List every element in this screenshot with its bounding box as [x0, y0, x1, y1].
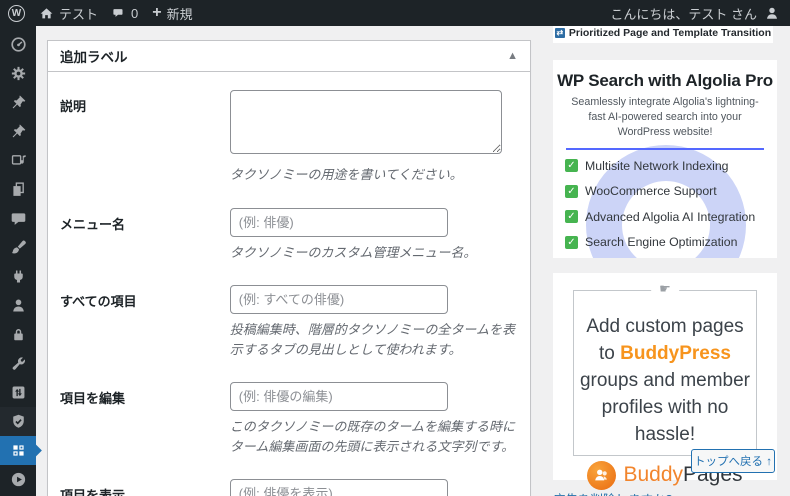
menu-comments[interactable] — [0, 204, 36, 233]
view-item-input[interactable] — [229, 479, 448, 496]
field-help: このタクソノミーの既存のタームを編集する時にターム編集画面の先頭に表示される文字… — [229, 419, 516, 454]
feature-item: ✓ Multisite Network Indexing — [565, 159, 777, 173]
home-icon — [40, 7, 53, 18]
menu-plugin-gear[interactable] — [0, 59, 36, 88]
comment-bubble-icon — [113, 9, 123, 17]
dashboard-icon — [10, 37, 26, 52]
pin-icon — [12, 124, 25, 138]
green-check-icon: ✓ — [565, 184, 578, 198]
admin-bar: W テスト 0 + 新規 こんにちは、テスト さん — [0, 0, 790, 26]
transition-icon: ⇄ — [554, 28, 565, 38]
panel-collapse-toggle[interactable]: ▲ — [507, 50, 518, 62]
comments-menu[interactable]: 0 — [112, 6, 138, 21]
menu-media[interactable] — [0, 146, 36, 175]
form-row-description: 説明 タクソノミーの用途を書いてください。 — [60, 90, 518, 185]
menu-users[interactable] — [0, 291, 36, 320]
form-row-edit-item: 項目を編集 このタクソノミーの既存のタームを編集する時にターム編集画面の先頭に表… — [60, 382, 518, 456]
pin-icon — [12, 95, 25, 109]
feature-item: ✓ Advanced Algolia AI Integration — [565, 210, 777, 224]
edit-item-input[interactable] — [229, 382, 448, 411]
wordpress-logo-icon[interactable]: W — [8, 4, 25, 22]
site-name-menu[interactable]: テスト — [39, 4, 98, 23]
form-row-menu-name: メニュー名 タクソノミーのカスタム管理メニュー名。 — [60, 207, 518, 263]
feature-item: ✓ WooCommerce Support — [565, 184, 777, 198]
all-items-input[interactable] — [229, 285, 448, 314]
new-content-menu[interactable]: + 新規 — [152, 4, 192, 23]
description-textarea[interactable] — [229, 90, 502, 154]
form-row-all-items: すべての項目 投稿編集時、階層的タクソノミーの全タームを表示するタブの見出しとし… — [60, 285, 518, 359]
feature-item: ✓ Search Engine Optimization — [565, 235, 777, 249]
ad-algolia-feature-list: ✓ Multisite Network Indexing ✓ WooCommerce… — [565, 159, 777, 249]
field-label: 説明 — [60, 99, 87, 114]
panel-title: 追加ラベル — [60, 50, 128, 65]
menu-import-export[interactable] — [0, 378, 36, 407]
users-icon — [12, 299, 24, 312]
buddypages-logo-icon — [587, 460, 617, 490]
pages-icon — [12, 182, 24, 196]
panel-body: 説明 タクソノミーの用途を書いてください。 メニュー名 タクソノミーのカスタム管… — [48, 72, 530, 496]
play-circle-icon — [11, 472, 25, 487]
howdy-text: こんにちは、テスト さん — [610, 6, 757, 22]
menu-name-input[interactable] — [229, 207, 448, 237]
wrench-icon — [12, 357, 25, 370]
green-check-icon: ✓ — [565, 159, 578, 173]
grid-layout-icon — [12, 445, 24, 456]
buddypress-brand-text: BuddyPress — [620, 342, 731, 364]
menu-posts[interactable] — [0, 88, 36, 117]
ad-algolia-banner[interactable]: WP Search with Algolia Pro Seamlessly in… — [553, 60, 777, 258]
ad-top-text: Prioritized Page and Template Transition — [568, 27, 772, 39]
divider — [566, 147, 764, 150]
menu-video[interactable] — [0, 465, 36, 494]
menu-pages[interactable] — [0, 175, 36, 204]
ad-algolia-subtitle: Seamlessly integrate Algolia's lightning… — [571, 96, 759, 138]
menu-plugins[interactable] — [0, 262, 36, 291]
field-help: 投稿編集時、階層的タクソノミーの全タームを表示するタブの見出しとして使われます。 — [229, 322, 516, 357]
green-check-icon: ✓ — [565, 210, 578, 224]
menu-custom-post-type[interactable] — [0, 117, 36, 146]
field-help: タクソノミーのカスタム管理メニュー名。 — [229, 244, 477, 260]
comments-icon — [11, 213, 25, 225]
comments-count: 0 — [131, 5, 139, 21]
shield-check-icon — [12, 414, 24, 428]
admin-menu — [0, 26, 36, 496]
additional-labels-panel: 追加ラベル ▲ 説明 タクソノミーの用途を書いてください。 メニュー名 タクソノ… — [47, 40, 531, 496]
sort-box-icon — [12, 386, 24, 399]
user-avatar-icon — [767, 7, 777, 19]
ad-algolia-title: WP Search with Algolia Pro — [557, 71, 773, 90]
paintbrush-icon — [11, 240, 26, 254]
lock-icon — [13, 329, 23, 341]
new-label: 新規 — [166, 6, 193, 22]
site-name-label: テスト — [59, 6, 99, 22]
field-label: すべての項目 — [60, 294, 137, 309]
back-to-top-button[interactable]: トップへ戻る ↑ — [691, 449, 775, 473]
field-help: タクソノミーの用途を書いてください。 — [229, 167, 463, 182]
plus-icon: + — [152, 4, 162, 21]
menu-security[interactable] — [0, 320, 36, 349]
field-label: 項目を表示 — [60, 488, 126, 496]
menu-cpt-ui-current[interactable] — [0, 436, 36, 465]
panel-header: 追加ラベル ▲ — [48, 41, 530, 72]
green-check-icon: ✓ — [565, 235, 578, 249]
wordpress-admin-screen: W テスト 0 + 新規 こんにちは、テスト さん 追加ラベル ▲ 説明 タクソ… — [0, 0, 790, 496]
hand-cursor-icon: ☛ — [651, 281, 679, 297]
plug-icon — [13, 270, 23, 283]
form-row-view-item: 項目を表示 このタクソノミーの既存タームをターム編集画面で表示している時、管理画… — [60, 479, 518, 496]
ad-banner-top-cut[interactable]: ⇄ Prioritized Page and Template Transiti… — [553, 26, 773, 43]
field-label: メニュー名 — [60, 216, 126, 232]
ad-buddypages-text: Add custom pages to BuddyPress groups an… — [579, 316, 751, 445]
menu-tools[interactable] — [0, 349, 36, 378]
menu-dashboard[interactable] — [0, 30, 36, 59]
account-menu[interactable]: こんにちは、テスト さん — [610, 4, 780, 23]
field-label: 項目を編集 — [60, 391, 126, 406]
media-icon — [11, 155, 26, 165]
gear-icon — [11, 66, 25, 81]
remove-ads-link[interactable]: 広告を削除しますか? — [553, 489, 672, 496]
menu-appearance[interactable] — [0, 233, 36, 262]
menu-antispam[interactable] — [0, 407, 36, 436]
ad-buddypages-frame: ☛ Add custom pages to BuddyPress groups … — [573, 281, 757, 490]
